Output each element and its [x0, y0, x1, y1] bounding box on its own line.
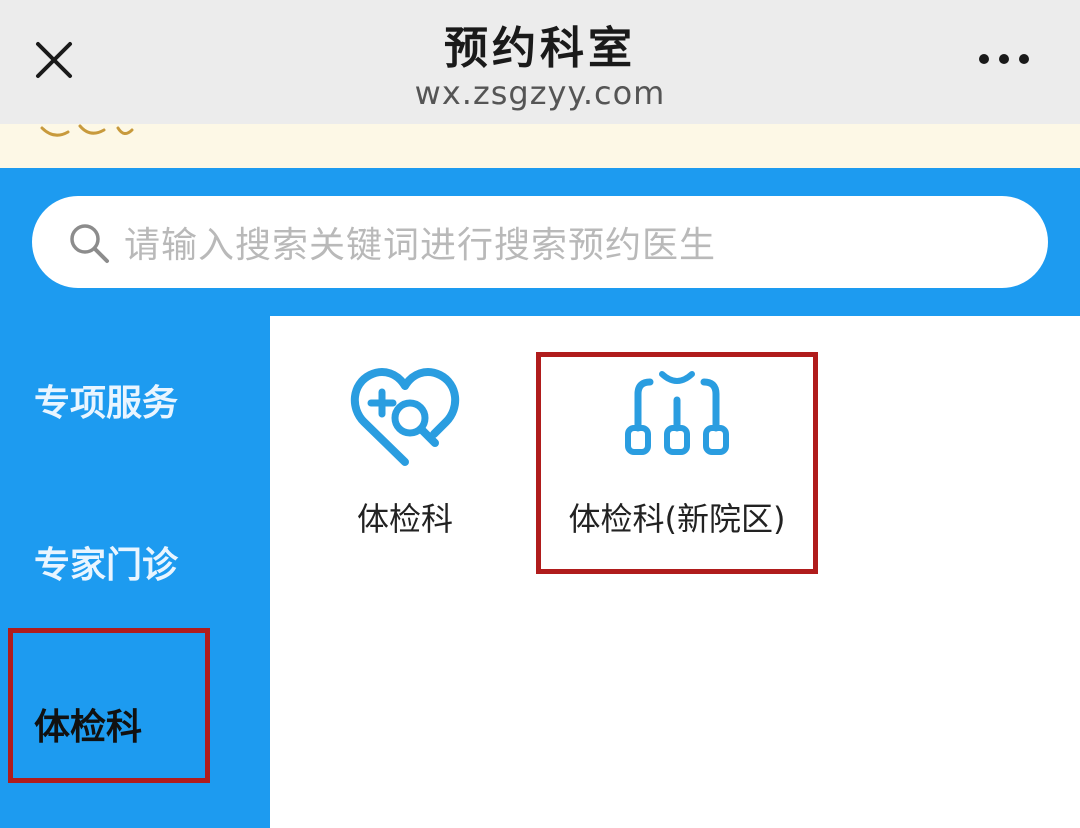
top-navigation-bar: 预约科室 wx.zsgzyy.com: [0, 0, 1080, 124]
notice-banner: [0, 124, 1080, 168]
heart-search-icon: [350, 368, 460, 466]
more-icon: [979, 54, 1029, 64]
sidebar-item-expert-clinic[interactable]: 专家门诊: [0, 484, 270, 634]
department-card-physical-exam[interactable]: 体检科: [330, 356, 480, 546]
sidebar-item-label: 专家门诊: [34, 545, 179, 586]
search-icon: [70, 224, 109, 263]
sidebar-item-physical-exam[interactable]: 体检科: [0, 632, 270, 782]
search-placeholder: 请输入搜索关键词进行搜索预约医生: [124, 225, 717, 266]
department-card-physical-exam-new-campus[interactable]: 体检科(新院区): [548, 362, 806, 562]
department-label: 体检科(新院区): [568, 500, 786, 538]
page-title: 预约科室: [444, 23, 636, 74]
sidebar-item-special-services[interactable]: 专项服务: [0, 322, 270, 472]
page-domain: wx.zsgzyy.com: [414, 74, 666, 112]
banner-decoration-icon: [40, 124, 134, 137]
sidebar-item-label: 专项服务: [34, 383, 179, 424]
sidebar-item-label: 体检科: [34, 707, 143, 748]
more-options-button[interactable]: [974, 44, 1038, 74]
search-input[interactable]: 请输入搜索关键词进行搜索预约医生: [32, 196, 1048, 288]
department-label: 体检科: [356, 500, 453, 538]
branch-network-icon: [625, 371, 729, 455]
